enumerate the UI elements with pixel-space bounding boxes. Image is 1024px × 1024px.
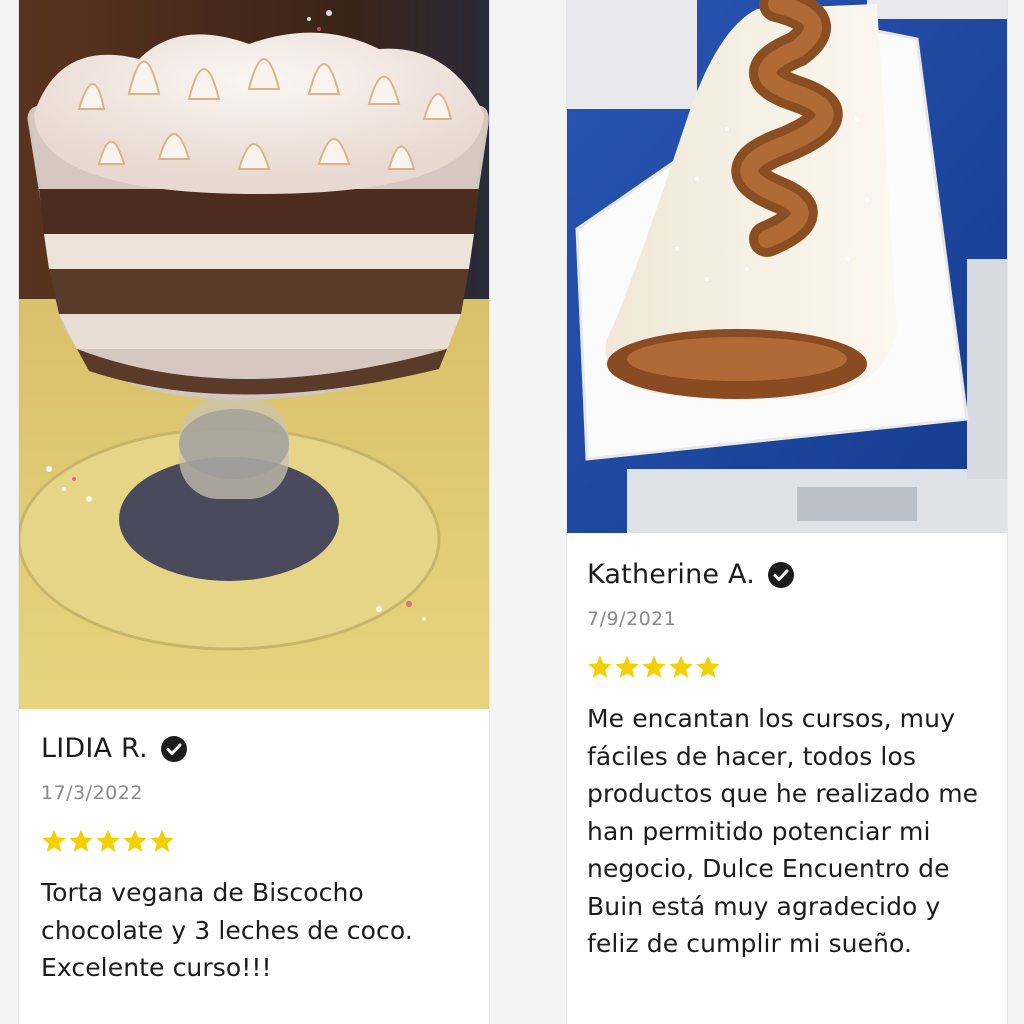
roll-cake-illustration: [567, 0, 1007, 533]
check-circle-icon: [767, 561, 795, 589]
star-rating: [587, 652, 1007, 682]
review-date: 7/9/2021: [587, 608, 677, 630]
star-icon: [615, 655, 639, 678]
author-row: Katherine A.: [587, 559, 1007, 590]
review-card-katherine: Katherine A. 7/9/2021 Me encantan los cu…: [566, 0, 1008, 1024]
review-text: Me encantan los cursos, muy fáciles de h…: [587, 704, 979, 958]
author-name: Katherine A.: [587, 559, 755, 590]
author-name: LIDIA R.: [41, 733, 148, 764]
star-icon: [69, 829, 93, 852]
star-icon: [669, 655, 693, 678]
star-icon: [123, 829, 147, 852]
star-icon: [588, 655, 612, 678]
star-rating: [41, 826, 489, 856]
star-icon: [696, 655, 720, 678]
review-photo-trifle-cake[interactable]: [19, 0, 489, 709]
star-icon: [42, 829, 66, 852]
review-content: LIDIA R. 17/3/2022 Torta vegana de Bisco…: [19, 709, 489, 987]
review-date: 17/3/2022: [41, 782, 143, 804]
star-icon: [642, 655, 666, 678]
check-circle-icon: [160, 735, 188, 763]
review-text: Torta vegana de Biscocho chocolate y 3 l…: [41, 878, 413, 982]
author-row: LIDIA R.: [41, 733, 489, 764]
review-content: Katherine A. 7/9/2021 Me encantan los cu…: [567, 533, 1007, 963]
star-icon: [150, 829, 174, 852]
review-photo-roll-cake[interactable]: [567, 0, 1007, 533]
review-card-lidia: LIDIA R. 17/3/2022 Torta vegana de Bisco…: [18, 0, 490, 1024]
star-icon: [96, 829, 120, 852]
trifle-cake-illustration: [19, 0, 489, 709]
